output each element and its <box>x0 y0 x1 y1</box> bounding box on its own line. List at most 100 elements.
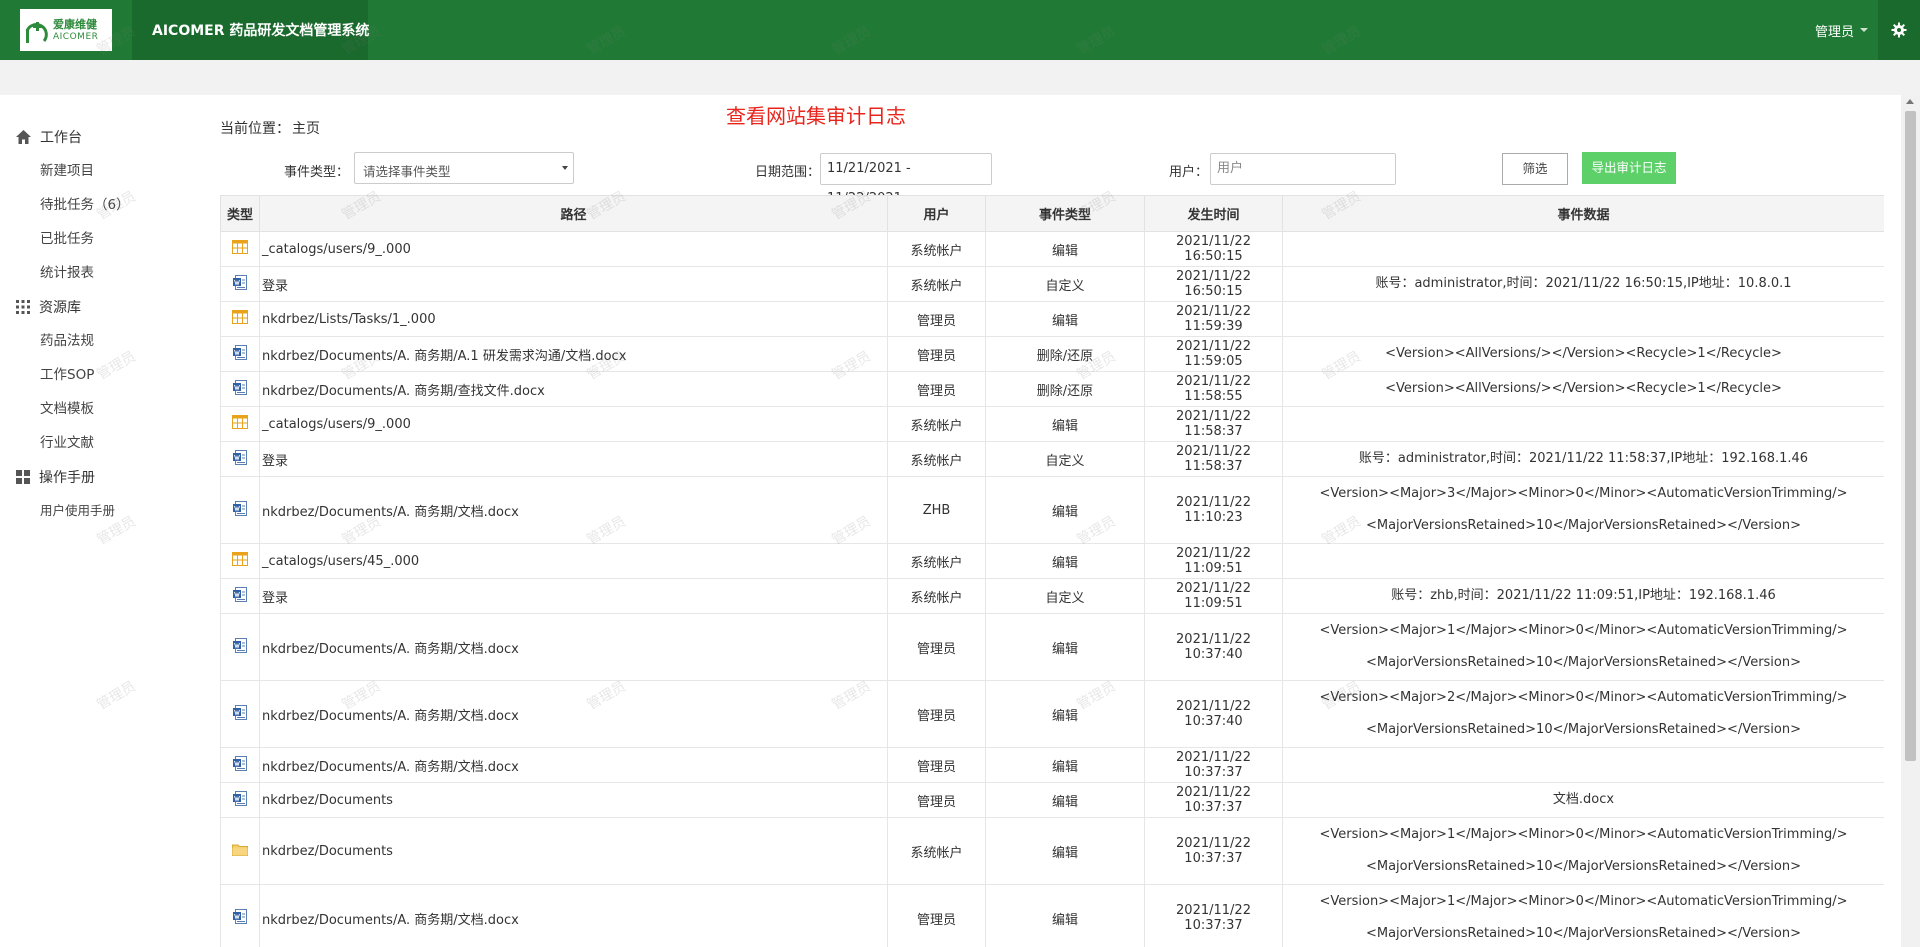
logo-english-text: AICOMER <box>53 31 99 42</box>
table-row[interactable]: _catalogs/users/45_.000 系统帐户 编辑 2021/11/22 … <box>220 543 1884 579</box>
sidebar-item-pending-tasks[interactable]: 待批任务（6） <box>0 188 200 222</box>
cell-event-data: 账号：zhb,时间：2021/11/22 11:09:51,IP地址：192.1… <box>1282 578 1884 614</box>
cell-type <box>220 231 260 267</box>
page-scrollbar[interactable] <box>1901 95 1920 947</box>
user-menu[interactable]: 管理员 <box>1805 0 1878 60</box>
cell-path[interactable]: nkdrbez/Documents <box>259 782 888 818</box>
cell-user: 管理员 <box>887 336 986 372</box>
cell-user: ZHB <box>887 476 986 544</box>
cell-user: 管理员 <box>887 301 986 337</box>
title-container: AICOMER 药品研发文档管理系统 <box>132 0 369 60</box>
table-row[interactable]: nkdrbez/Documents/A. 商务期/文档.docx 管理员 编辑 202… <box>220 884 1884 947</box>
logo-mark-icon <box>25 22 48 43</box>
table-row[interactable]: nkdrbez/Documents/A. 商务期/A.1 研发需求沟通/文档.d… <box>220 336 1884 372</box>
settings-button[interactable] <box>1878 0 1920 60</box>
event-data-line: 账号：administrator,时间：2021/11/22 11:58:37,… <box>1358 451 1809 466</box>
filter-button[interactable]: 筛选 <box>1502 153 1568 185</box>
table-row[interactable]: nkdrbez/Documents/A. 商务期/文档.docx 管理员 编辑 202… <box>220 680 1884 748</box>
sidebar-group-workbench[interactable]: 工作台 <box>0 120 200 154</box>
event-data-line: <Version><AllVersions/></Version><Recycl… <box>1385 381 1782 396</box>
cell-event-data: 文档.docx <box>1282 782 1884 818</box>
document-icon <box>233 790 247 810</box>
cell-path[interactable]: 登录 <box>259 441 888 477</box>
cell-time: 2021/11/22 11:58:37 <box>1144 406 1283 442</box>
cell-time: 2021/11/22 11:09:51 <box>1144 543 1283 579</box>
cell-path[interactable]: nkdrbez/Documents/A. 商务期/查找文件.docx <box>259 371 888 407</box>
sidebar-item-templates[interactable]: 文档模板 <box>0 392 200 426</box>
cell-event-type: 编辑 <box>985 476 1145 544</box>
table-row[interactable]: nkdrbez/Documents/A. 商务期/文档.docx 管理员 编辑 202… <box>220 613 1884 681</box>
date-range-input[interactable]: 11/21/2021 - 11/22/2021 <box>820 153 992 206</box>
cell-path[interactable]: nkdrbez/Documents/A. 商务期/文档.docx <box>259 747 888 783</box>
cell-event-type: 编辑 <box>985 613 1145 681</box>
table-row[interactable]: nkdrbez/Documents/A. 商务期/文档.docx 管理员 编辑 202… <box>220 747 1884 783</box>
breadcrumb-current[interactable]: 主页 <box>292 121 320 137</box>
cell-user: 系统帐户 <box>887 543 986 579</box>
cell-path[interactable]: nkdrbez/Documents/A. 商务期/A.1 研发需求沟通/文档.d… <box>259 336 888 372</box>
cell-event-type: 编辑 <box>985 680 1145 748</box>
cell-time: 2021/11/22 10:37:37 <box>1144 884 1283 947</box>
sidebar-item-approved-tasks[interactable]: 已批任务 <box>0 222 200 256</box>
cell-path[interactable]: 登录 <box>259 578 888 614</box>
cell-path[interactable]: nkdrbez/Documents/A. 商务期/文档.docx <box>259 680 888 748</box>
sidebar-item-regulations[interactable]: 药品法规 <box>0 324 200 358</box>
cell-type <box>220 336 260 372</box>
cell-path[interactable]: nkdrbez/Documents/A. 商务期/文档.docx <box>259 476 888 544</box>
user-filter-input[interactable]: 用户 <box>1210 153 1396 185</box>
sidebar-item-literature[interactable]: 行业文献 <box>0 426 200 460</box>
cell-path[interactable]: 登录 <box>259 266 888 302</box>
sidebar-group-resources[interactable]: 资源库 <box>0 290 200 324</box>
tiles-icon <box>16 470 30 484</box>
user-filter-label: 用户： <box>1169 165 1209 180</box>
cell-user: 系统帐户 <box>887 578 986 614</box>
folder-icon <box>232 843 248 860</box>
document-icon <box>233 704 247 724</box>
cell-path[interactable]: nkdrbez/Documents <box>259 817 888 885</box>
event-data-line: 账号：zhb,时间：2021/11/22 11:09:51,IP地址：192.1… <box>1391 588 1776 603</box>
table-row[interactable]: _catalogs/users/9_.000 系统帐户 编辑 2021/11/22 1… <box>220 231 1884 267</box>
cell-time: 2021/11/22 10:37:37 <box>1144 747 1283 783</box>
cell-path[interactable]: _catalogs/users/9_.000 <box>259 231 888 267</box>
event-data-line: <Version><Major>1</Major><Minor>0</Minor… <box>1319 894 1848 909</box>
column-header-user: 用户 <box>887 195 986 232</box>
cell-path[interactable]: nkdrbez/Lists/Tasks/1_.000 <box>259 301 888 337</box>
sidebar-item-reports[interactable]: 统计报表 <box>0 256 200 290</box>
table-row[interactable]: 登录 系统帐户 自定义 2021/11/22 11:09:51 账号：zhb,时间：20… <box>220 578 1884 614</box>
sidebar-item-user-manual[interactable]: 用户使用手册 <box>0 494 200 528</box>
event-type-select[interactable]: 请选择事件类型 <box>354 152 574 184</box>
table-row[interactable]: 登录 系统帐户 自定义 2021/11/22 11:58:37 账号：administr… <box>220 441 1884 477</box>
date-range-label: 日期范围： <box>755 165 821 180</box>
cell-event-type: 自定义 <box>985 266 1145 302</box>
table-row[interactable]: 登录 系统帐户 自定义 2021/11/22 16:50:15 账号：administr… <box>220 266 1884 302</box>
export-audit-log-button[interactable]: 导出审计日志 <box>1582 152 1676 184</box>
scroll-thumb[interactable] <box>1905 111 1916 761</box>
sidebar-item-sop[interactable]: 工作SOP <box>0 358 200 392</box>
sidebar-group-label: 工作台 <box>40 130 82 146</box>
cell-type <box>220 441 260 477</box>
cell-event-data <box>1282 231 1884 267</box>
table-row[interactable]: nkdrbez/Documents/A. 商务期/文档.docx ZHB 编辑 202… <box>220 476 1884 544</box>
cell-path[interactable]: nkdrbez/Documents/A. 商务期/文档.docx <box>259 884 888 947</box>
sidebar-group-manual[interactable]: 操作手册 <box>0 460 200 494</box>
filter-bar: 事件类型： 请选择事件类型 日期范围： 11/21/2021 - 11/22/2… <box>0 152 1700 206</box>
cell-event-type: 删除/还原 <box>985 336 1145 372</box>
cell-type <box>220 680 260 748</box>
cell-time: 2021/11/22 11:59:39 <box>1144 301 1283 337</box>
table-row[interactable]: nkdrbez/Documents 系统帐户 编辑 2021/11/22 10:37:… <box>220 817 1884 885</box>
cell-type <box>220 747 260 783</box>
cell-time: 2021/11/22 10:37:40 <box>1144 613 1283 681</box>
cell-type <box>220 543 260 579</box>
table-row[interactable]: nkdrbez/Documents/A. 商务期/查找文件.docx 管理员 删除/… <box>220 371 1884 407</box>
cell-path[interactable]: _catalogs/users/9_.000 <box>259 406 888 442</box>
table-row[interactable]: _catalogs/users/9_.000 系统帐户 编辑 2021/11/22 1… <box>220 406 1884 442</box>
list-icon <box>232 552 248 570</box>
document-icon <box>233 449 247 469</box>
table-row[interactable]: nkdrbez/Documents 管理员 编辑 2021/11/22 10:37:3… <box>220 782 1884 818</box>
scroll-up-arrow-icon[interactable] <box>1906 99 1914 104</box>
cell-type <box>220 817 260 885</box>
cell-path[interactable]: nkdrbez/Documents/A. 商务期/文档.docx <box>259 613 888 681</box>
cell-event-type: 编辑 <box>985 884 1145 947</box>
cell-path[interactable]: _catalogs/users/45_.000 <box>259 543 888 579</box>
table-row[interactable]: nkdrbez/Lists/Tasks/1_.000 管理员 编辑 2021/11/2… <box>220 301 1884 337</box>
logo-container[interactable]: 爱康维健 AICOMER <box>0 0 132 60</box>
